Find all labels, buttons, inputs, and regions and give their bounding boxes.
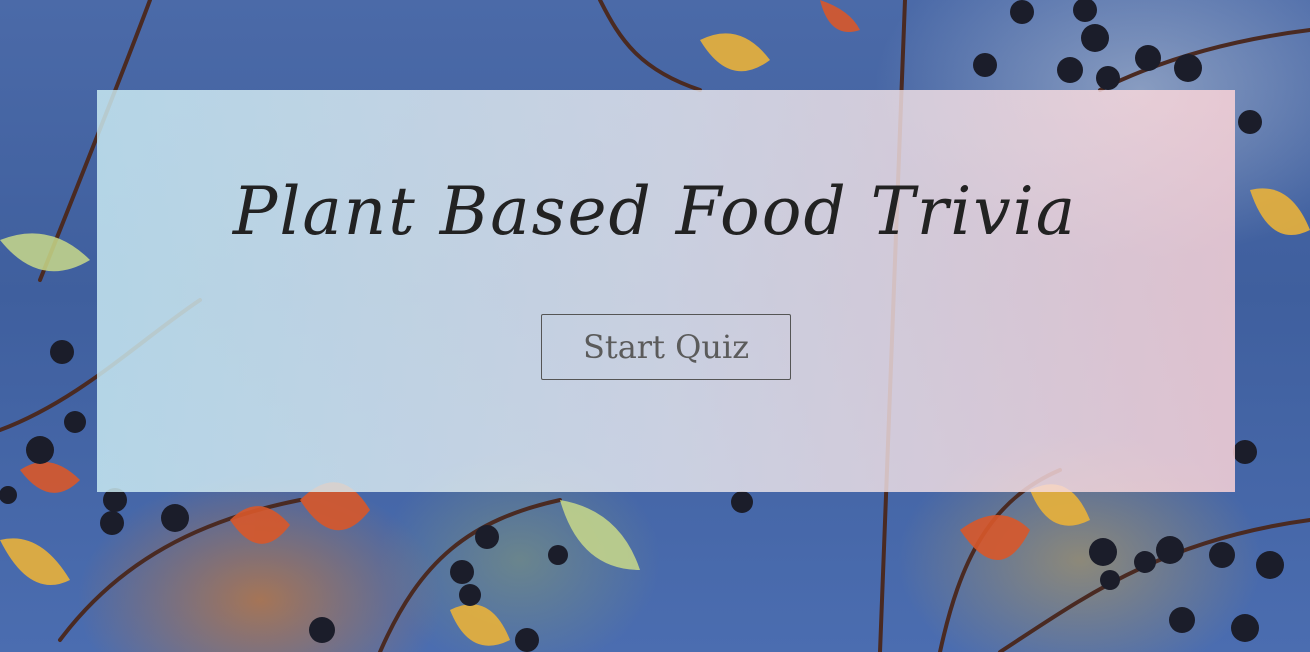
page-title: Plant Based Food Trivia [232,173,1078,250]
start-quiz-button[interactable]: Start Quiz [541,314,791,380]
title-overlay-panel [97,90,1235,492]
